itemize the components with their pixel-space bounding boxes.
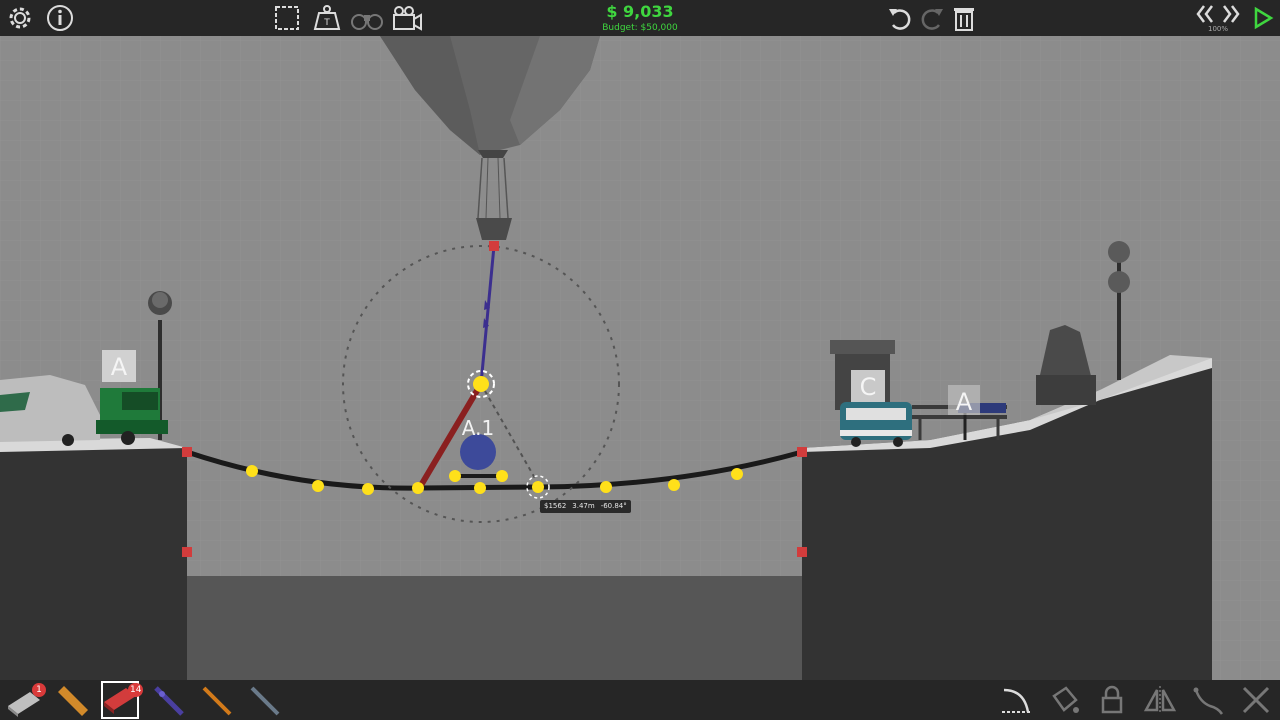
paint-bucket-icon[interactable] bbox=[1044, 680, 1084, 720]
mirror-icon[interactable] bbox=[1140, 680, 1180, 720]
redo-icon[interactable] bbox=[914, 0, 950, 36]
joint bbox=[731, 468, 743, 480]
bus-label: C bbox=[860, 373, 877, 401]
left-cliff bbox=[0, 438, 187, 680]
camera-icon[interactable] bbox=[389, 0, 425, 36]
select-box-icon[interactable] bbox=[269, 0, 305, 36]
joint bbox=[474, 482, 486, 494]
camper-trailer bbox=[0, 375, 100, 446]
joint bbox=[412, 482, 424, 494]
anchor-balloon bbox=[489, 241, 499, 251]
cable-material[interactable] bbox=[244, 680, 284, 720]
game-stage[interactable]: A C A A.1 $1562 3.47m -60.84° T $ 9,033 … bbox=[0, 0, 1280, 720]
sim-speed-label: 100% bbox=[1207, 25, 1228, 33]
undo-icon[interactable] bbox=[882, 0, 918, 36]
info-icon[interactable] bbox=[42, 0, 78, 36]
tooltip-cost: $1562 bbox=[544, 502, 567, 510]
svg-text:T: T bbox=[323, 18, 330, 28]
anchor-left-bottom bbox=[182, 547, 192, 557]
budget-display: Budget: $50,000 bbox=[602, 23, 678, 33]
member-length-tooltip: $1562 3.47m -60.84° bbox=[540, 500, 631, 513]
joint bbox=[600, 481, 612, 493]
joint bbox=[362, 483, 374, 495]
anchor-right-bottom bbox=[797, 547, 807, 557]
steel-material[interactable] bbox=[148, 680, 188, 720]
trash-icon[interactable] bbox=[946, 0, 982, 36]
rope-material[interactable] bbox=[196, 680, 236, 720]
play-icon[interactable] bbox=[1244, 0, 1280, 36]
money-display: $ 9,033 bbox=[606, 2, 674, 21]
bike-label: A bbox=[956, 388, 973, 416]
joint bbox=[449, 470, 461, 482]
bottom-toolbar bbox=[0, 680, 1280, 720]
selected-joint bbox=[473, 376, 489, 392]
tooltip-length: 3.47m bbox=[572, 502, 595, 510]
split-joint-icon[interactable] bbox=[1236, 680, 1276, 720]
truck-label: A bbox=[111, 353, 128, 381]
cursor-joint bbox=[532, 481, 544, 493]
joint bbox=[312, 480, 324, 492]
arc-tool-icon[interactable] bbox=[996, 680, 1036, 720]
lock-icon[interactable] bbox=[1092, 680, 1132, 720]
road-material-badge: 1 bbox=[32, 683, 46, 697]
water-gap bbox=[187, 576, 802, 680]
wood-material[interactable] bbox=[52, 680, 92, 720]
bridge-build-scene[interactable]: A C A A.1 bbox=[0, 0, 1280, 720]
joint bbox=[246, 465, 258, 477]
anchor-left-top bbox=[182, 447, 192, 457]
hydraulic-label: A.1 bbox=[462, 416, 494, 440]
weight-icon[interactable]: T bbox=[309, 0, 345, 36]
joint bbox=[496, 470, 508, 482]
binoculars-icon[interactable] bbox=[349, 0, 385, 36]
joint bbox=[668, 479, 680, 491]
spring-icon[interactable] bbox=[1188, 680, 1228, 720]
tooltip-angle: -60.84° bbox=[600, 502, 627, 510]
settings-gear-icon[interactable] bbox=[2, 0, 38, 36]
anchor-right-top bbox=[797, 447, 807, 457]
